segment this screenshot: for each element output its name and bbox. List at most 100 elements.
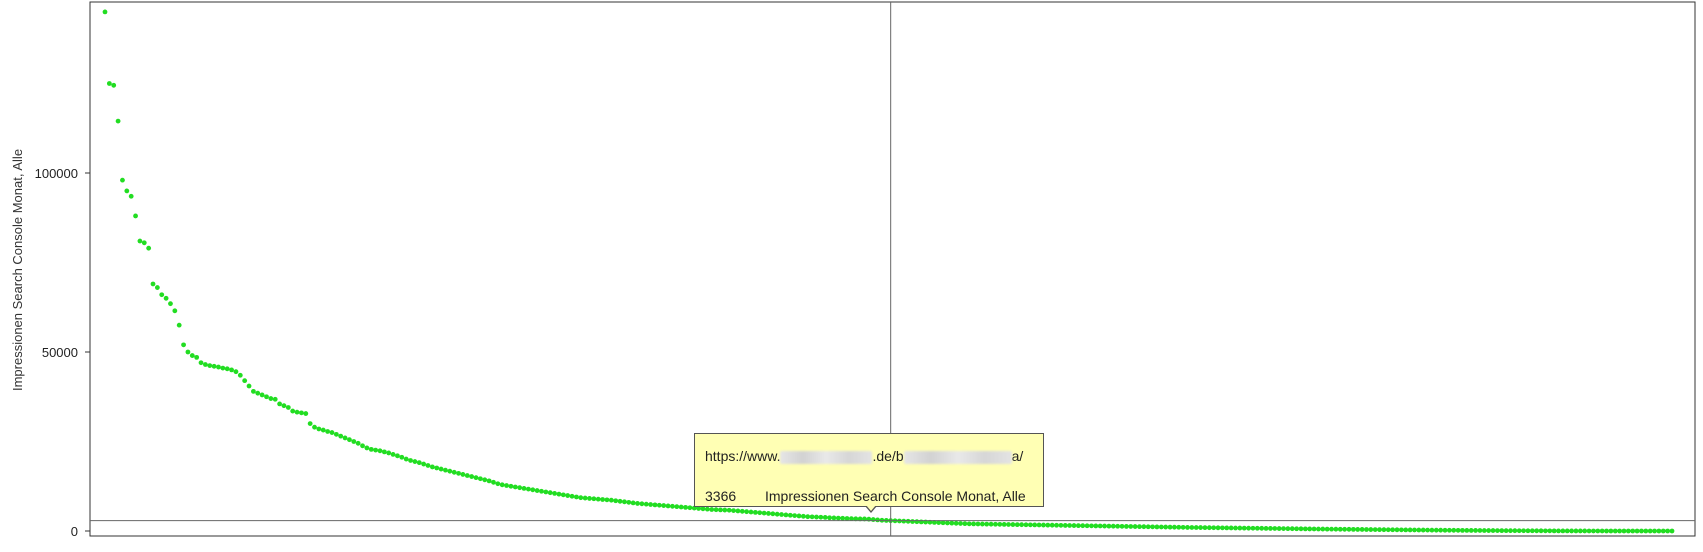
data-point[interactable] [687, 505, 693, 511]
data-point[interactable] [504, 483, 509, 488]
data-point[interactable] [591, 496, 597, 502]
data-point[interactable] [425, 463, 431, 468]
data-point[interactable] [1206, 525, 1212, 531]
data-point[interactable] [202, 362, 208, 367]
data-point[interactable] [443, 467, 448, 473]
data-point[interactable] [381, 449, 387, 455]
data-point[interactable] [975, 521, 981, 527]
data-point[interactable] [971, 521, 977, 527]
data-point[interactable] [1019, 522, 1025, 528]
data-point[interactable] [1660, 528, 1666, 534]
data-point[interactable] [1311, 526, 1317, 532]
data-point[interactable] [722, 507, 728, 513]
data-point[interactable] [1150, 524, 1155, 530]
data-point[interactable] [643, 501, 649, 507]
data-point[interactable] [1630, 528, 1636, 534]
data-point[interactable] [399, 454, 405, 460]
data-point[interactable] [526, 486, 531, 492]
data-point[interactable] [1617, 528, 1623, 534]
data-point[interactable] [1041, 522, 1046, 528]
data-point[interactable] [901, 518, 907, 524]
data-point[interactable] [1093, 523, 1099, 529]
data-point[interactable] [1538, 528, 1544, 534]
data-point[interactable] [1298, 526, 1304, 532]
data-point[interactable] [233, 369, 239, 375]
data-point[interactable] [718, 507, 723, 513]
data-point[interactable] [1001, 522, 1007, 527]
data-point[interactable] [1281, 526, 1286, 531]
data-point[interactable] [137, 238, 143, 244]
data-point[interactable] [748, 509, 754, 515]
data-point[interactable] [1137, 524, 1142, 530]
data-point[interactable] [1665, 528, 1671, 534]
data-point[interactable] [429, 464, 435, 470]
data-point[interactable] [578, 495, 584, 501]
data-point[interactable] [499, 482, 505, 488]
data-point[interactable] [1381, 527, 1387, 533]
data-point[interactable] [1560, 528, 1566, 534]
data-point[interactable] [1128, 524, 1134, 529]
data-point[interactable] [325, 429, 331, 434]
data-point[interactable] [910, 519, 915, 524]
data-point[interactable] [752, 509, 758, 515]
data-point[interactable] [1468, 528, 1474, 533]
data-point[interactable] [1198, 525, 1203, 530]
data-point[interactable] [787, 512, 793, 518]
data-point[interactable] [1032, 522, 1038, 528]
data-point[interactable] [1084, 523, 1090, 529]
data-point[interactable] [473, 475, 479, 481]
data-point[interactable] [796, 513, 802, 519]
data-point[interactable] [1569, 528, 1575, 534]
data-point[interactable] [1429, 527, 1435, 533]
data-point[interactable] [229, 367, 234, 373]
data-point[interactable] [1460, 527, 1465, 533]
data-point[interactable] [351, 439, 357, 444]
data-point[interactable] [1058, 522, 1064, 528]
data-point[interactable] [1089, 523, 1094, 529]
data-point[interactable] [731, 508, 736, 513]
data-point[interactable] [329, 430, 335, 435]
data-point[interactable] [953, 520, 959, 526]
data-point[interactable] [1254, 525, 1260, 531]
data-point[interactable] [630, 500, 636, 506]
data-point[interactable] [1202, 525, 1208, 531]
data-point[interactable] [1394, 527, 1400, 533]
data-point[interactable] [189, 353, 195, 358]
data-point[interactable] [635, 501, 640, 506]
data-point[interactable] [1259, 525, 1265, 531]
data-point[interactable] [495, 481, 501, 487]
data-point[interactable] [154, 285, 160, 290]
data-point[interactable] [997, 521, 1003, 527]
data-point[interactable] [1106, 523, 1112, 529]
data-point[interactable] [1407, 527, 1413, 533]
data-point[interactable] [1062, 523, 1068, 528]
data-point[interactable] [469, 474, 475, 479]
data-point[interactable] [543, 489, 549, 495]
data-point[interactable] [805, 514, 811, 520]
data-point[interactable] [827, 515, 832, 521]
data-point[interactable] [281, 403, 287, 409]
data-point[interactable] [744, 509, 750, 515]
data-point[interactable] [1215, 525, 1221, 531]
data-point[interactable] [582, 495, 588, 501]
data-point[interactable] [1132, 524, 1138, 529]
data-point[interactable] [220, 365, 226, 371]
data-point[interactable] [1385, 527, 1391, 533]
data-point[interactable] [683, 504, 688, 510]
data-point[interactable] [347, 437, 352, 443]
data-point[interactable] [988, 521, 994, 527]
data-point[interactable] [1412, 527, 1417, 533]
data-point[interactable] [456, 470, 461, 476]
data-point[interactable] [1163, 524, 1169, 530]
data-point[interactable] [159, 292, 165, 298]
data-point[interactable] [386, 450, 392, 456]
data-point[interactable] [622, 499, 627, 505]
data-point[interactable] [1071, 523, 1077, 528]
data-point[interactable] [1543, 528, 1548, 534]
data-point[interactable] [1652, 528, 1657, 534]
data-point[interactable] [303, 411, 309, 416]
data-point[interactable] [1023, 522, 1029, 528]
data-point[interactable] [1302, 526, 1308, 532]
data-point[interactable] [434, 465, 440, 471]
data-point[interactable] [617, 498, 623, 504]
